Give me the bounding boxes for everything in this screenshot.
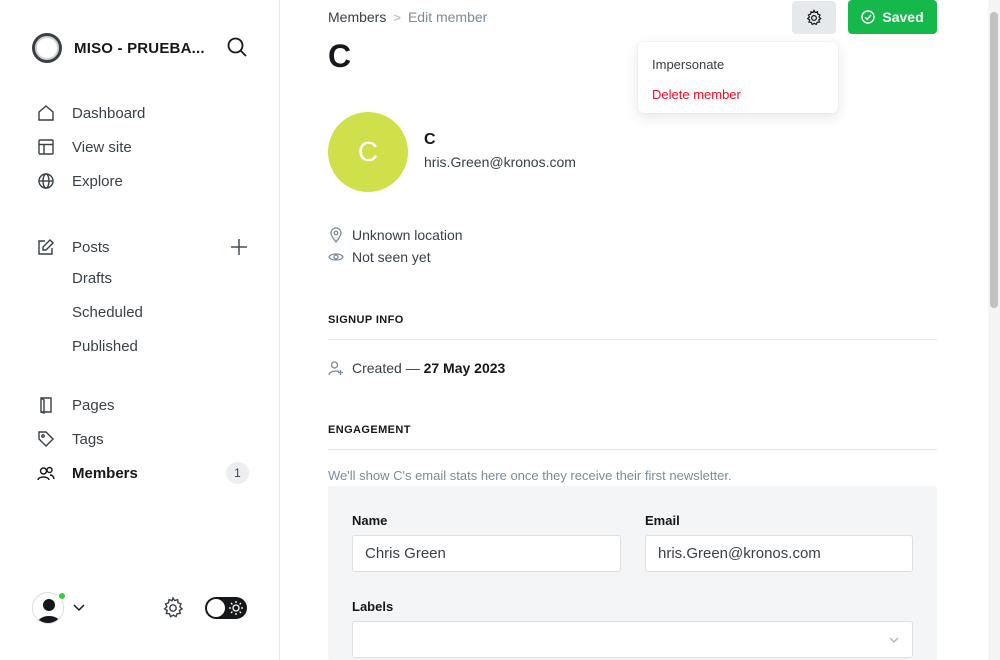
breadcrumb-current: Edit member: [407, 9, 488, 25]
edit-icon: [36, 237, 56, 257]
sidebar-item-drafts[interactable]: Drafts: [72, 270, 112, 292]
sidebar-item-explore[interactable]: Explore: [36, 169, 123, 193]
labels-label: Labels: [352, 599, 394, 614]
member-actions-button[interactable]: [792, 1, 836, 34]
created-prefix: Created —: [352, 360, 420, 376]
members-icon: [36, 463, 56, 483]
settings-gear-icon[interactable]: [161, 596, 185, 620]
member-actions-menu: Impersonate Delete member: [638, 42, 838, 113]
sidebar-item-label: Members: [72, 464, 138, 482]
created-date: 27 May 2023: [423, 360, 506, 376]
sidebar-item-label: Pages: [72, 396, 115, 414]
sun-icon: [229, 601, 243, 615]
dark-mode-toggle[interactable]: [205, 597, 247, 619]
user-add-icon: [328, 360, 344, 376]
sidebar-item-label: View site: [72, 138, 132, 156]
name-input[interactable]: [352, 535, 621, 572]
page-title: C: [328, 38, 352, 74]
sidebar-item-posts[interactable]: Posts: [36, 235, 110, 259]
sidebar-item-scheduled[interactable]: Scheduled: [72, 304, 143, 326]
breadcrumb-members-link[interactable]: Members: [328, 9, 386, 25]
site-name: MISO - PRUEBA...: [74, 39, 205, 57]
chevron-down-icon: [889, 637, 899, 643]
last-seen-text: Not seen yet: [352, 249, 431, 265]
email-input[interactable]: [645, 535, 913, 572]
engagement-note: We'll show C's email stats here once the…: [328, 468, 732, 483]
sidebar-item-label: Explore: [72, 172, 123, 190]
main-content: Members > Edit member C Saved Impersonat…: [280, 0, 988, 660]
sidebar: MISO - PRUEBA... Dashboard View site Exp…: [0, 0, 280, 660]
home-icon: [36, 103, 56, 123]
sidebar-item-pages[interactable]: Pages: [36, 393, 115, 417]
check-circle-icon: [861, 10, 876, 24]
member-details-form: Name Email Labels: [328, 486, 937, 660]
delete-member-menu-item[interactable]: Delete member: [638, 80, 838, 110]
member-last-seen: Not seen yet: [328, 249, 431, 265]
site-logo-icon: [32, 33, 62, 63]
sidebar-item-view-site[interactable]: View site: [36, 135, 132, 159]
impersonate-menu-item[interactable]: Impersonate: [638, 50, 838, 80]
sidebar-item-dashboard[interactable]: Dashboard: [36, 101, 145, 125]
name-label: Name: [352, 513, 388, 528]
engagement-heading: ENGAGEMENT: [328, 424, 937, 450]
layout-icon: [36, 137, 56, 157]
brand[interactable]: MISO - PRUEBA...: [32, 32, 205, 64]
sidebar-item-label: Dashboard: [72, 104, 146, 122]
pages-icon: [36, 395, 56, 415]
eye-icon: [328, 249, 344, 265]
online-status-dot: [57, 591, 67, 601]
created-row: Created — 27 May 2023: [328, 360, 505, 376]
new-post-plus-icon[interactable]: [228, 236, 250, 258]
page-scrollbar[interactable]: [988, 0, 1000, 660]
sidebar-item-published[interactable]: Published: [72, 338, 138, 360]
member-name: C: [424, 131, 436, 148]
members-count-badge: 1: [226, 462, 249, 484]
member-email: hris.Green@kronos.com: [424, 154, 576, 170]
tag-icon: [36, 429, 56, 449]
breadcrumb: Members > Edit member: [328, 9, 487, 25]
search-icon[interactable]: [226, 36, 248, 58]
sidebar-item-members[interactable]: Members: [36, 461, 138, 485]
saved-label: Saved: [882, 9, 924, 25]
email-label: Email: [645, 513, 680, 528]
saved-button[interactable]: Saved: [848, 0, 937, 34]
member-avatar: C: [328, 112, 408, 192]
member-location: Unknown location: [328, 227, 463, 243]
sidebar-item-label: Tags: [72, 430, 104, 448]
location-text: Unknown location: [352, 227, 463, 243]
chevron-down-icon[interactable]: [72, 600, 86, 614]
globe-icon: [36, 171, 56, 191]
signup-info-heading: SIGNUP INFO: [328, 314, 937, 340]
labels-select[interactable]: [352, 621, 913, 658]
gear-icon: [806, 8, 822, 25]
scrollbar-thumb[interactable]: [990, 12, 998, 308]
breadcrumb-separator: >: [393, 9, 401, 25]
sidebar-item-label: Posts: [72, 238, 110, 256]
toggle-knob: [207, 599, 225, 617]
location-pin-icon: [328, 227, 344, 243]
sidebar-item-tags[interactable]: Tags: [36, 427, 104, 451]
